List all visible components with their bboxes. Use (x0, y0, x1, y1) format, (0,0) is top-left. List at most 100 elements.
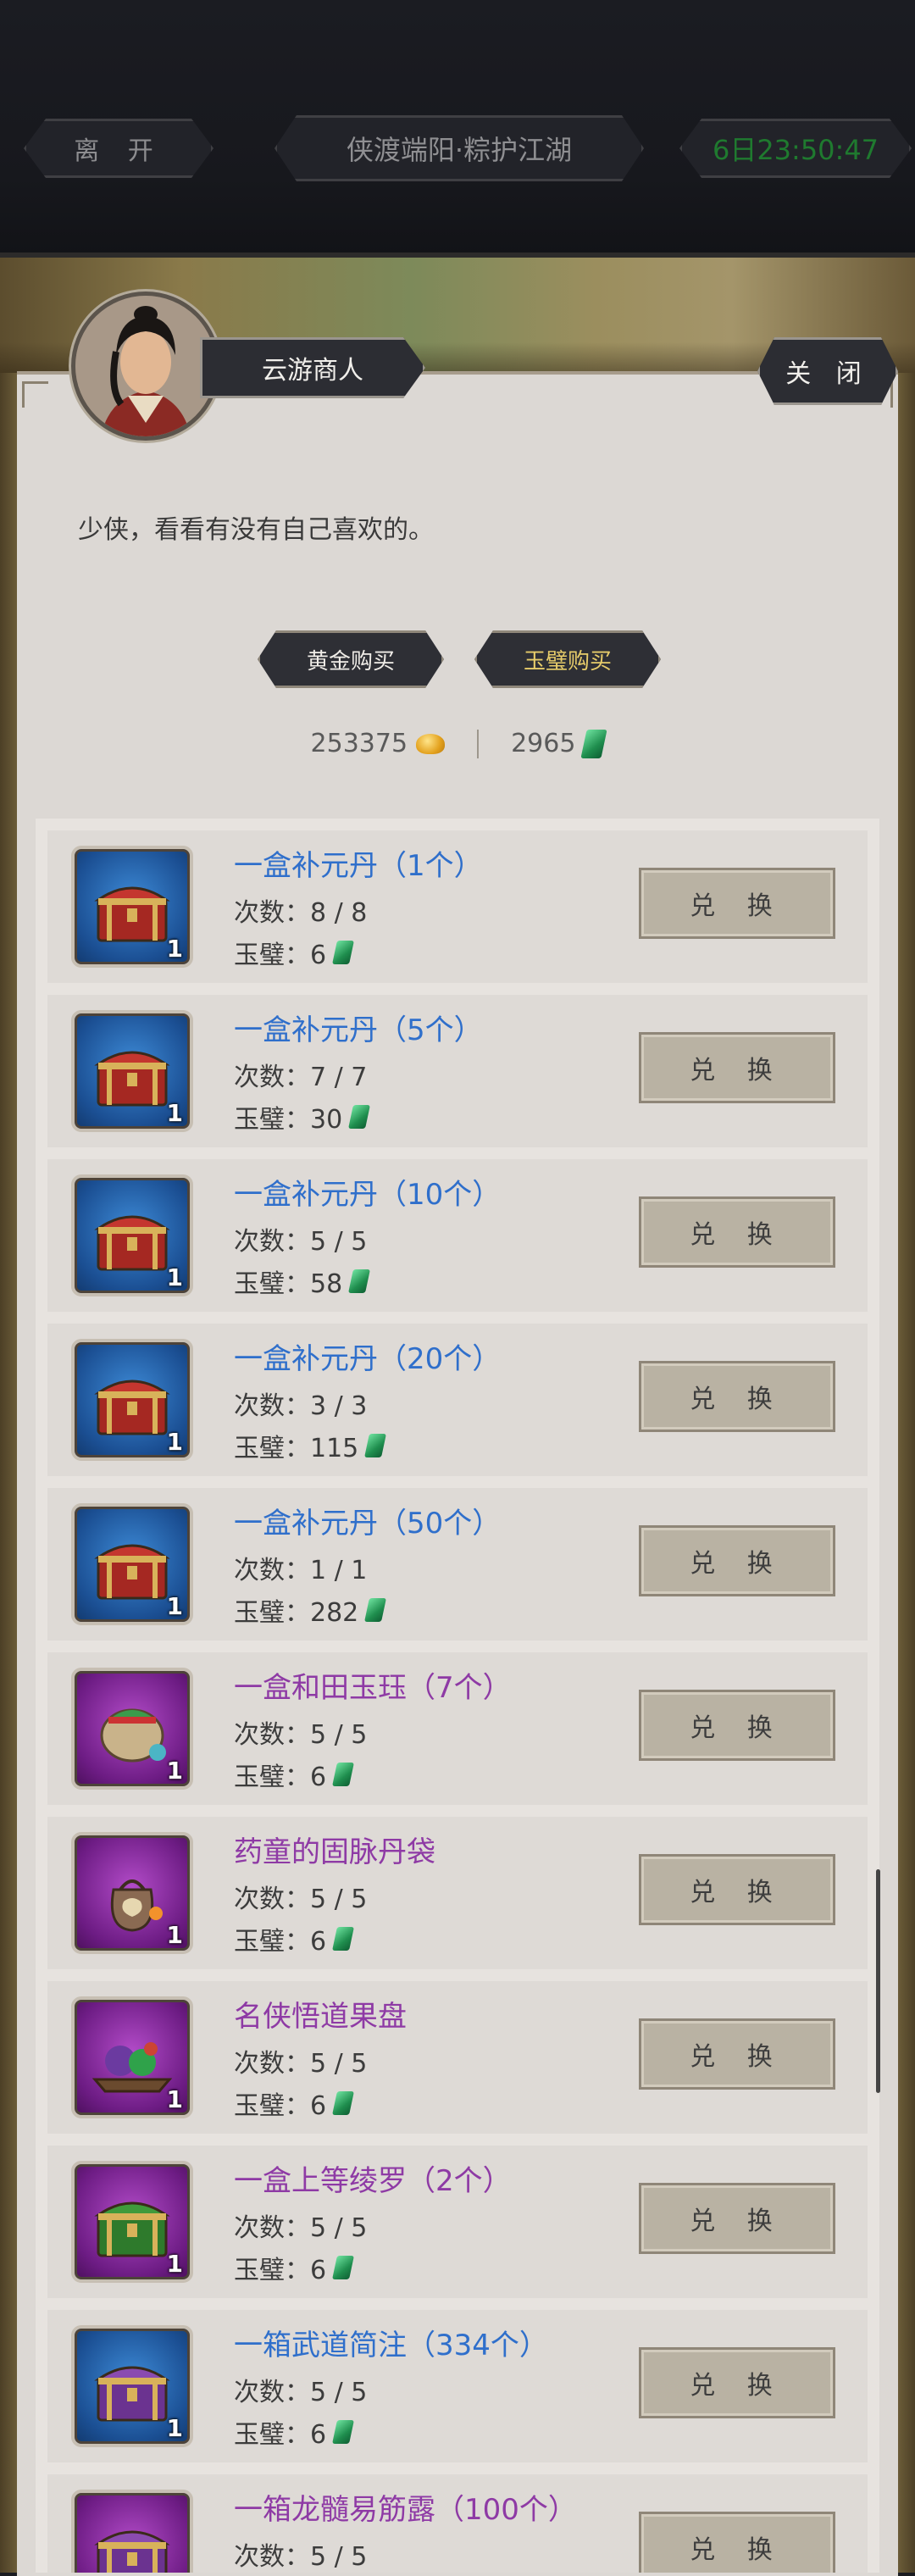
jade-icon (332, 1927, 355, 1951)
jade-icon (332, 2256, 355, 2279)
panel-corner-ornament (22, 381, 48, 408)
item-purchase-count: 次数：5 / 5 (234, 1885, 368, 1914)
list-item: 1 一盒补元丹（10个） 次数：5 / 5 玉璧：58 兑 换 (47, 1159, 868, 1312)
item-price-text: 玉璧：6 (234, 2091, 327, 2121)
item-name: 一盒补元丹（5个） (234, 1013, 483, 1047)
close-button[interactable]: 关 闭 (757, 337, 898, 405)
redeem-button[interactable]: 兑 换 (639, 2512, 835, 2573)
item-price-text: 玉璧：30 (234, 1105, 343, 1135)
item-icon-frame[interactable]: 1 (71, 2161, 193, 2283)
item-purchase-count: 次数：8 / 8 (234, 898, 368, 928)
item-list[interactable]: 1 一盒补元丹（1个） 次数：8 / 8 玉璧：6 兑 换 1 一盒补元丹（5个） 次数：7 … (36, 819, 879, 2573)
redeem-button[interactable]: 兑 换 (639, 1361, 835, 1432)
list-item: 1 药童的固脉丹袋次数：5 / 5 玉璧：6 兑 换 (47, 1817, 868, 1969)
jade-icon (332, 2091, 355, 2115)
item-icon-frame[interactable]: 1 (71, 1010, 193, 1132)
item-icon-frame[interactable]: 1 (71, 1996, 193, 2118)
item-price: 玉璧：115 (234, 1427, 387, 1464)
item-price: 玉璧：6 (234, 1920, 355, 1957)
item-icon-frame[interactable]: 1 (71, 1339, 193, 1461)
list-scrollbar[interactable] (876, 1869, 880, 2093)
list-item: 1 一盒和田玉珏（7个） 次数：5 / 5 玉璧：6 兑 换 (47, 1652, 868, 1805)
item-price: 玉璧：6 (234, 1756, 355, 1793)
item-name: 一盒和田玉珏（7个） (234, 1671, 512, 1705)
item-purchase-count: 次数：1 / 1 (234, 1556, 368, 1585)
item-price: 玉璧：6 (234, 934, 355, 971)
item-icon-frame[interactable] (71, 2490, 193, 2573)
list-item: 1 一盒补元丹（1个） 次数：8 / 8 玉璧：6 兑 换 (47, 830, 868, 983)
item-name: 一盒上等绫罗（2个） (234, 2164, 512, 2198)
balance-divider (477, 729, 480, 758)
item-purchase-count: 次数：3 / 3 (234, 1391, 368, 1421)
item-price-text: 玉璧：282 (234, 1598, 359, 1628)
item-icon-frame[interactable]: 1 (71, 1503, 193, 1625)
item-icon-frame[interactable]: 1 (71, 1174, 193, 1296)
item-icon-frame[interactable]: 1 (71, 846, 193, 968)
item-price-text: 玉璧：6 (234, 1763, 327, 1792)
merchant-avatar (71, 291, 220, 441)
item-price: 玉璧：282 (234, 1591, 387, 1629)
item-name: 名侠悟道果盘 (234, 2000, 407, 2034)
jade-icon (364, 1434, 387, 1457)
item-purchase-count: 次数：5 / 5 (234, 2213, 368, 2243)
gold-balance: 253375 (310, 729, 408, 758)
redeem-button[interactable]: 兑 换 (639, 1854, 835, 1925)
item-name: 一箱武道简注（334个） (234, 2329, 548, 2362)
list-item: 1 一箱武道简注（334个） 次数：5 / 5 玉璧：6 兑 换 (47, 2310, 868, 2462)
item-price: 玉璧：30 (234, 1098, 371, 1135)
redeem-button[interactable]: 兑 换 (639, 2018, 835, 2090)
redeem-button[interactable]: 兑 换 (639, 1032, 835, 1103)
item-name: 药童的固脉丹袋 (234, 1835, 435, 1869)
item-price-text: 玉璧：6 (234, 1927, 327, 1957)
list-item: 1 一盒上等绫罗（2个） 次数：5 / 5 玉璧：6 兑 换 (47, 2146, 868, 2298)
jade-icon (332, 941, 355, 964)
redeem-button[interactable]: 兑 换 (639, 868, 835, 939)
item-quantity: 1 (166, 935, 183, 963)
item-icon-frame[interactable]: 1 (71, 1832, 193, 1954)
tab-jade-purchase[interactable]: 玉璧购买 (474, 630, 661, 688)
item-price-text: 玉璧：58 (234, 1269, 343, 1299)
item-name: 一箱龙髓易筋露（100个） (234, 2493, 577, 2527)
item-quantity: 1 (166, 2085, 183, 2113)
redeem-button[interactable]: 兑 换 (639, 1690, 835, 1761)
item-purchase-count: 次数：5 / 5 (234, 2049, 368, 2079)
item-quantity: 1 (166, 1263, 183, 1291)
event-title: 侠渡端阳·粽护江湖 (274, 115, 644, 181)
item-price-text: 玉璧：6 (234, 2420, 327, 2450)
item-icon-frame[interactable]: 1 (71, 2325, 193, 2447)
item-icon-frame[interactable]: 1 (71, 1668, 193, 1790)
item-price: 玉璧：6 (234, 2085, 355, 2122)
jade-icon (332, 1763, 355, 1786)
redeem-button[interactable]: 兑 换 (639, 2183, 835, 2254)
item-quantity: 1 (166, 1757, 183, 1785)
item-purchase-count: 次数：7 / 7 (234, 1063, 368, 1092)
redeem-button[interactable]: 兑 换 (639, 1525, 835, 1596)
item-quantity: 1 (166, 1921, 183, 1949)
item-purchase-count: 次数：5 / 5 (234, 1227, 368, 1257)
merchant-portrait-icon (75, 296, 216, 436)
item-name: 一盒补元丹（10个） (234, 1178, 502, 1212)
item-purchase-count: 次数：5 / 5 (234, 2378, 368, 2407)
list-item: 1 一盒补元丹（20个） 次数：3 / 3 玉璧：115 兑 换 (47, 1324, 868, 1476)
merchant-name-badge: 云游商人 (200, 337, 425, 398)
item-quantity: 1 (166, 1099, 183, 1127)
jade-icon (348, 1269, 371, 1293)
item-price: 玉璧：6 (234, 2413, 355, 2451)
item-price: 玉璧：6 (234, 2249, 355, 2286)
countdown-timer: 6日23:50:47 (679, 119, 912, 178)
jade-icon (332, 2420, 355, 2444)
item-name: 一盒补元丹（1个） (234, 849, 483, 883)
redeem-button[interactable]: 兑 换 (639, 1196, 835, 1268)
leave-button[interactable]: 离 开 (24, 119, 214, 178)
item-quantity: 1 (166, 1428, 183, 1456)
merchant-greeting: 少侠，看看有没有自己喜欢的。 (78, 515, 434, 545)
item-purchase-count: 次数：5 / 5 (234, 2542, 368, 2572)
item-quantity: 1 (166, 2250, 183, 2278)
background-scenery-left (0, 373, 19, 2573)
jade-icon (580, 729, 608, 758)
tab-gold-purchase[interactable]: 黄金购买 (258, 630, 444, 688)
redeem-button[interactable]: 兑 换 (639, 2347, 835, 2418)
item-price-text: 玉璧：115 (234, 1434, 359, 1463)
list-item: 1 一盒补元丹（5个） 次数：7 / 7 玉璧：30 兑 换 (47, 995, 868, 1147)
list-item: 1 名侠悟道果盘次数：5 / 5 玉璧：6 兑 换 (47, 1981, 868, 2134)
